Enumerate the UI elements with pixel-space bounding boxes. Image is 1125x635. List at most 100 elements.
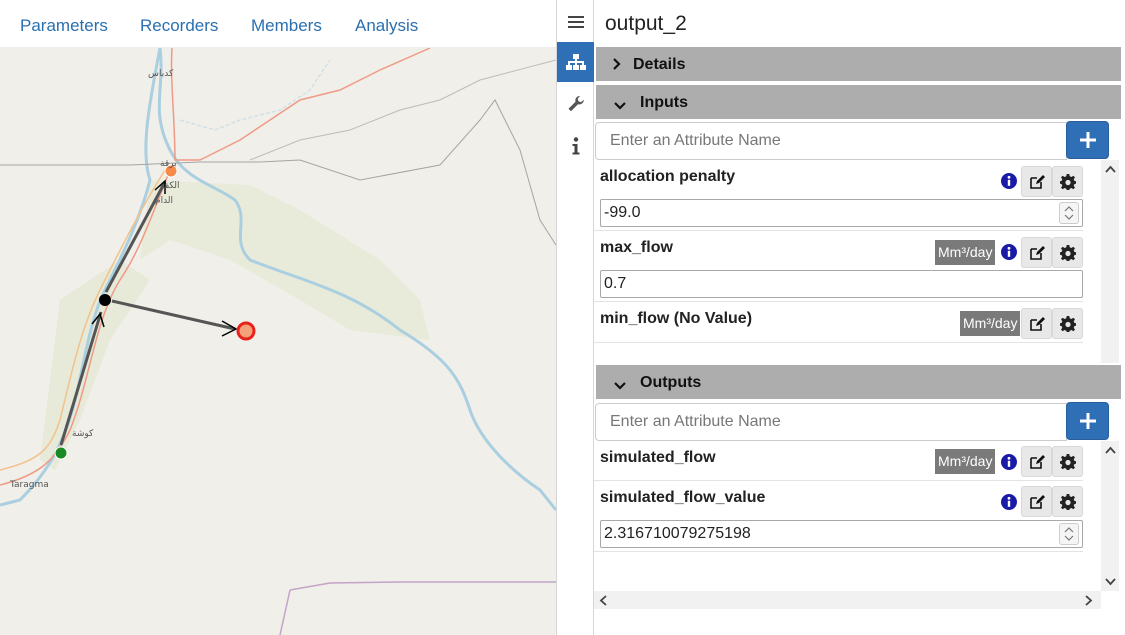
plus-icon [1079,132,1096,148]
attribute-value-input[interactable] [600,270,1083,298]
menu-button[interactable] [557,2,594,42]
tab-recorders[interactable]: Recorders [140,16,218,36]
unit-badge: Mm³/day [935,240,996,265]
list-item: simulated_flow_value [594,481,1083,552]
chevron-up-icon[interactable] [1105,162,1116,176]
hierarchy-icon [565,54,586,70]
map-label: Taragma [9,480,49,490]
settings-button[interactable] [1052,486,1083,517]
vegetation-area [40,260,150,470]
spinner-arrows-icon [1064,206,1074,220]
gear-icon [1059,493,1076,510]
attribute-name: max_flow [600,239,673,256]
boundary-line [249,59,556,161]
plus-icon [1079,413,1096,429]
list-item: allocation penalty [594,160,1083,231]
hamburger-icon [567,16,584,28]
edit-button[interactable] [1021,308,1052,339]
map-label: الدام [155,196,173,206]
inputs-scrollbar[interactable] [1101,160,1119,363]
edit-button[interactable] [1021,446,1052,477]
tab-members[interactable]: Members [251,16,322,36]
attribute-name: simulated_flow [600,449,716,466]
link-line[interactable] [111,299,236,331]
outputs-section-header[interactable]: Outputs [596,365,1121,399]
map-label: كوشة [72,429,94,439]
settings-button[interactable] [1052,166,1083,197]
info-button[interactable] [557,126,594,166]
outputs-list: simulated_flow Mm³/day simulated_flow_va… [594,441,1101,591]
unit-badge: Mm³/day [935,449,996,474]
edit-icon [1029,454,1045,469]
inputs-section-header[interactable]: Inputs [596,85,1121,119]
edit-button[interactable] [1021,486,1052,517]
map-label: برقة [160,159,177,169]
network-button[interactable] [557,42,594,82]
node-input[interactable] [54,446,68,460]
attribute-name: min_flow (No Value) [600,310,753,327]
inputs-list: allocation penalty max_flow Mm³/day [594,160,1101,363]
boundary-line [279,589,291,635]
road-line [170,47,431,161]
list-item: simulated_flow Mm³/day [594,441,1083,481]
edit-icon [1029,494,1045,509]
chevron-left-icon[interactable] [599,595,607,609]
map-canvas[interactable]: كدباس برقة الكف الدام كوشة Taragma [0,0,556,635]
tab-parameters[interactable]: Parameters [20,16,108,36]
chevron-up-icon[interactable] [1105,443,1116,457]
outputs-attribute-name-input[interactable] [595,403,1067,441]
info-icon[interactable] [1001,173,1017,189]
attribute-name: allocation penalty [600,168,736,185]
map-label: الكف [160,181,180,191]
wrench-icon [568,95,584,112]
node-title: output_2 [605,12,687,35]
boundary-line [289,581,556,591]
value-spinner[interactable] [1059,202,1079,224]
gear-icon [1059,173,1076,190]
attribute-value-input[interactable] [600,199,1083,227]
edit-button[interactable] [1021,166,1052,197]
details-label: Details [633,56,686,73]
gear-icon [1059,453,1076,470]
map-view[interactable]: كدباس برقة الكف الدام كوشة Taragma Param… [0,0,556,635]
inputs-label: Inputs [640,94,688,111]
node-output-selected[interactable] [236,321,256,341]
tool-strip [556,0,594,635]
settings-button[interactable] [1052,237,1083,268]
top-nav: Parameters Recorders Members Analysis [0,0,556,48]
tab-analysis[interactable]: Analysis [355,16,418,36]
info-icon[interactable] [1001,244,1017,260]
settings-button[interactable] [1052,308,1083,339]
chevron-right-icon [612,57,621,75]
add-output-attribute-button[interactable] [1066,402,1109,440]
wadi-line [179,59,331,131]
chevron-down-icon [614,97,626,115]
horizontal-scrollbar[interactable] [594,591,1101,609]
value-spinner[interactable] [1059,523,1079,545]
chevron-right-icon[interactable] [1085,595,1093,609]
gear-icon [1059,315,1076,332]
inputs-attribute-name-input[interactable] [595,122,1067,160]
info-icon[interactable] [1001,494,1017,510]
list-item: max_flow Mm³/day [594,231,1083,302]
gear-icon [1059,244,1076,261]
settings-button[interactable] [1052,446,1083,477]
unit-badge: Mm³/day [960,311,1021,336]
edit-icon [1029,316,1045,331]
edit-icon [1029,174,1045,189]
edit-button[interactable] [1021,237,1052,268]
outputs-scrollbar[interactable] [1101,441,1119,591]
info-icon [572,137,579,155]
chevron-down-icon[interactable] [1105,575,1116,589]
info-icon[interactable] [1001,454,1017,470]
attribute-value-input[interactable] [600,520,1083,548]
spinner-arrows-icon [1064,527,1074,541]
map-label: كدباس [148,69,174,79]
list-item: min_flow (No Value) Mm³/day [594,302,1083,343]
details-section-header[interactable]: Details [596,47,1121,81]
attribute-name: simulated_flow_value [600,489,766,506]
add-input-attribute-button[interactable] [1066,121,1109,159]
chevron-down-icon [614,377,626,395]
node-junction[interactable] [99,294,111,306]
tools-button[interactable] [557,84,594,124]
